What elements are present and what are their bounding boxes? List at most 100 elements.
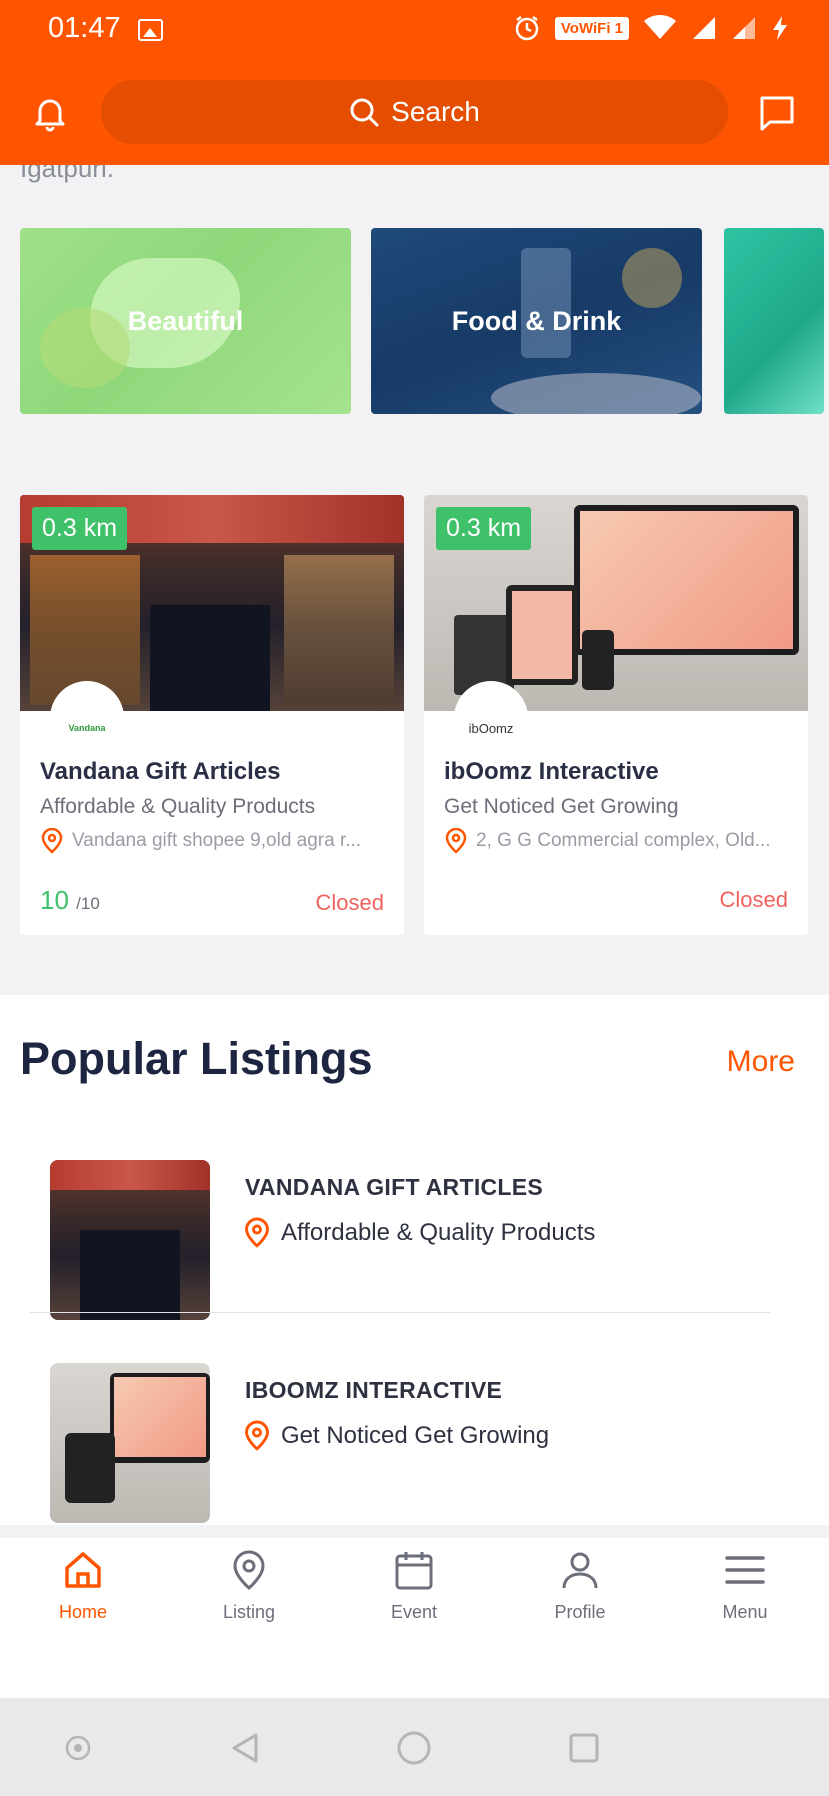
status-closed: Closed (719, 887, 788, 912)
category-image-detail (491, 373, 701, 414)
status-closed: Closed (315, 890, 384, 915)
popular-item-desc: Affordable & Quality Products (243, 1217, 595, 1249)
list-divider (30, 1312, 770, 1313)
device-tablet (65, 1433, 115, 1503)
listing-title: Vandana Gift Articles (40, 758, 281, 785)
circle-home-icon (397, 1731, 431, 1765)
nav-label: Menu (722, 1602, 768, 1622)
listing-logo: ibOomz (454, 681, 528, 755)
category-card-beautiful[interactable]: Beautiful (20, 228, 351, 414)
location-pin-icon (245, 1420, 269, 1451)
status-time: 01:47 (48, 12, 121, 44)
hamburger-icon (725, 1556, 765, 1584)
more-link[interactable]: More (727, 1045, 795, 1079)
popular-item-desc: Get Noticed Get Growing (243, 1420, 549, 1452)
main-content[interactable]: Igatpuri. Beautiful Food & Drink 0.3 km … (0, 165, 829, 1535)
listing-address: Vandana gift shopee 9,old agra r... (40, 828, 390, 854)
messages-button[interactable] (755, 91, 799, 135)
nav-home[interactable]: Home (28, 1548, 138, 1623)
recents-button[interactable] (564, 1728, 604, 1768)
battery-charging-icon (773, 16, 787, 40)
calendar-icon (395, 1552, 433, 1590)
bell-icon (35, 99, 65, 132)
shop-shelf (284, 555, 394, 705)
nav-menu[interactable]: Menu (690, 1548, 800, 1623)
bottom-navigation: Home Listing Event Profile Menu (0, 1538, 829, 1698)
rating: 10 /10 (40, 885, 100, 916)
device-screen (580, 511, 793, 649)
distance-badge: 0.3 km (436, 507, 532, 550)
distance-badge: 0.3 km (32, 507, 128, 550)
location-pin-icon (445, 828, 467, 854)
listing-card-iboomz[interactable]: 0.3 km ibOomz ibOomz Interactive Get Not… (424, 495, 808, 935)
search-bar[interactable]: Search (101, 80, 728, 144)
wifi-icon (644, 15, 676, 39)
nav-listing[interactable]: Listing (194, 1548, 304, 1623)
desc-text: Get Noticed Get Growing (281, 1422, 550, 1449)
assistant-button[interactable] (58, 1728, 98, 1768)
logo-text: ibOomz (468, 720, 514, 736)
category-image (521, 248, 571, 358)
popular-listings-section: Popular Listings More VANDANA GIFT ARTIC… (0, 995, 829, 1525)
location-pin-icon (41, 828, 63, 854)
user-icon (562, 1552, 598, 1589)
rating-max: /10 (76, 894, 100, 913)
chat-icon (760, 96, 794, 131)
assistant-icon (65, 1735, 91, 1761)
home-system-button[interactable] (394, 1728, 434, 1768)
signal-2-icon (733, 17, 755, 39)
system-navigation-bar (0, 1698, 829, 1796)
popular-item-name: IBOOMZ INTERACTIVE (245, 1377, 503, 1403)
device-phone (582, 630, 614, 690)
category-label: Food & Drink (451, 305, 622, 336)
listing-logo: Vandana (50, 681, 124, 755)
nav-profile[interactable]: Profile (525, 1548, 635, 1623)
nav-label: Profile (554, 1602, 606, 1622)
location-text: Igatpuri. (20, 165, 114, 183)
location-pin-icon (233, 1550, 265, 1590)
category-image-detail (40, 308, 130, 388)
status-bar: 01:47 VoWiFi 1 (0, 0, 829, 62)
listing-card-vandana[interactable]: 0.3 km Vandana Vandana Gift Articles Aff… (20, 495, 404, 935)
location-pin-icon (245, 1217, 269, 1248)
gallery-notification-icon (138, 19, 163, 41)
notifications-button[interactable] (28, 91, 72, 135)
rating-value: 10 (40, 885, 69, 915)
search-icon (350, 98, 379, 127)
device-screen (114, 1377, 206, 1457)
listing-address: 2, G G Commercial complex, Old... (444, 828, 794, 854)
popular-item-vandana[interactable]: VANDANA GIFT ARTICLES Affordable & Quali… (50, 1160, 770, 1320)
vowifi-badge: VoWiFi 1 (554, 16, 629, 40)
listing-subtitle: Affordable & Quality Products (40, 795, 316, 818)
search-placeholder: Search (391, 96, 480, 127)
category-label: Beautiful (127, 305, 244, 336)
category-card-partial[interactable] (724, 228, 824, 414)
shop-door (80, 1230, 180, 1320)
popular-item-name: VANDANA GIFT ARTICLES (245, 1174, 544, 1200)
nav-label: Home (58, 1602, 107, 1622)
nav-label: Event (390, 1602, 438, 1622)
alarm-icon (515, 16, 539, 41)
category-carousel[interactable]: Beautiful Food & Drink (20, 228, 829, 414)
address-text: Vandana gift shopee 9,old agra r... (72, 830, 362, 851)
nav-label: Listing (222, 1602, 276, 1622)
category-card-food-drink[interactable]: Food & Drink (371, 228, 702, 414)
back-icon (232, 1733, 258, 1763)
signal-icon (693, 17, 715, 39)
status-indicators: VoWiFi 1 (513, 14, 789, 42)
home-icon (65, 1552, 101, 1588)
category-image-bokeh (622, 248, 682, 308)
popular-item-iboomz[interactable]: IBOOMZ INTERACTIVE Get Noticed Get Growi… (50, 1363, 770, 1523)
desc-text: Affordable & Quality Products (281, 1219, 596, 1246)
back-button[interactable] (226, 1728, 266, 1768)
square-recents-icon (569, 1733, 599, 1763)
header-toolbar: Search (0, 80, 829, 146)
listing-subtitle: Get Noticed Get Growing (444, 795, 679, 818)
nav-event[interactable]: Event (359, 1548, 469, 1623)
shop-door (150, 605, 270, 711)
popular-thumbnail (50, 1160, 210, 1320)
popular-thumbnail (50, 1363, 210, 1523)
logo-text: Vandana (68, 723, 106, 733)
section-title: Popular Listings (20, 1033, 373, 1084)
app-header: 01:47 VoWiFi 1 Search (0, 0, 829, 165)
